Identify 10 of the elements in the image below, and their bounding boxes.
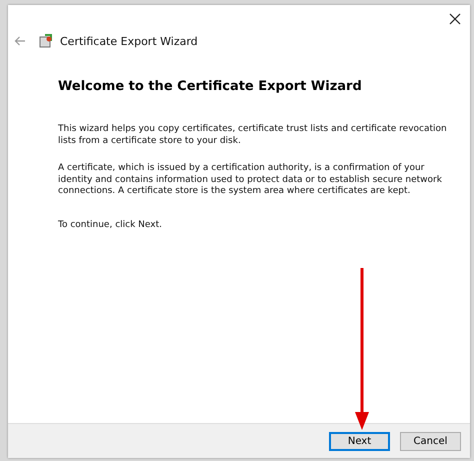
close-icon[interactable] xyxy=(449,13,461,25)
next-button[interactable]: Next xyxy=(329,432,390,450)
wizard-text: This wizard helps you copy certificates, certificate trust lists and certificate revocation lists from a certificate store to your disk. xyxy=(58,124,448,147)
wizard-heading: Welcome to the Certificate Export Wizard xyxy=(58,79,363,94)
cancel-button[interactable]: Cancel xyxy=(400,432,461,450)
back-arrow-icon[interactable] xyxy=(14,36,26,46)
wizard-text: A certificate, which is issued by a certification authority, is a confirmation of your identity and contains information used to protect data or to establish secure network connections. A certificate store is the system area where certificates are kept. xyxy=(58,163,443,198)
window-title: Certificate Export Wizard xyxy=(60,34,198,48)
certificate-icon xyxy=(38,33,54,49)
wizard-text: To continue, click Next. xyxy=(58,220,163,231)
